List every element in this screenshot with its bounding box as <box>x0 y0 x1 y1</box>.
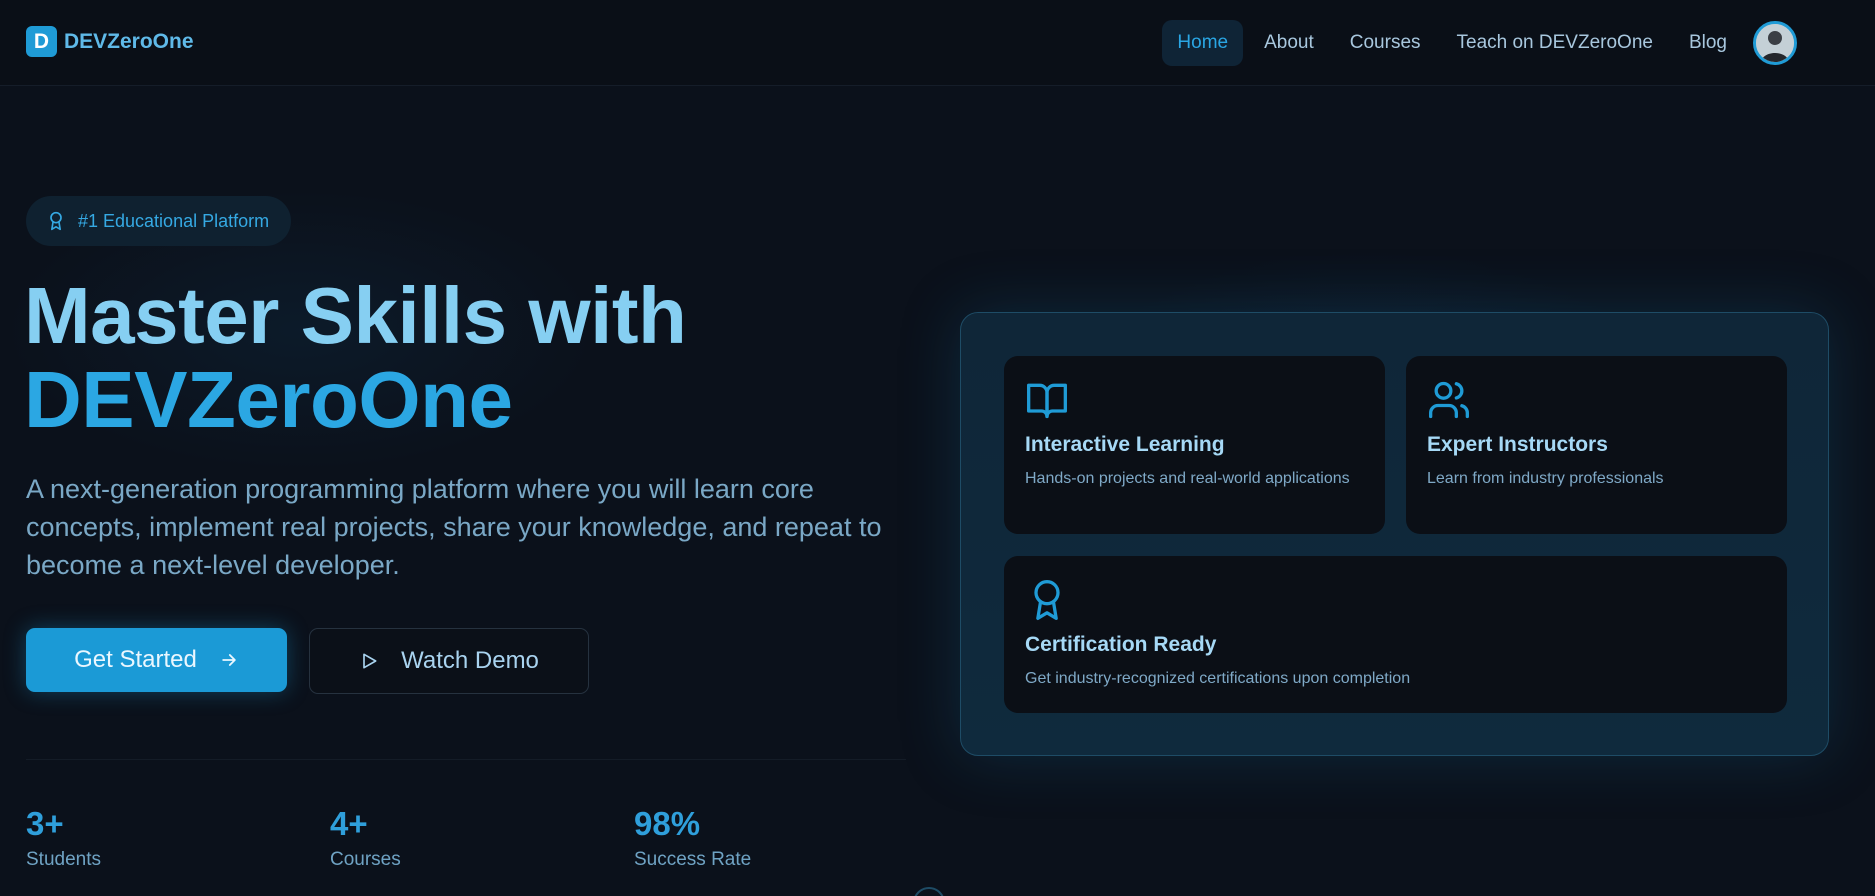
nav-courses[interactable]: Courses <box>1335 20 1436 66</box>
hero-description: A next-generation programming platform w… <box>26 474 882 580</box>
play-icon <box>363 653 377 669</box>
platform-badge: #1 Educational Platform <box>26 196 292 246</box>
stat-label: Courses <box>330 849 401 870</box>
features-panel: Interactive Learning Hands-on projects a… <box>960 312 1829 756</box>
stat-value: 4+ <box>330 805 368 842</box>
stat-students: 3+ Students <box>26 805 101 871</box>
nav-links: Home About Courses Teach on DEVZeroOne B… <box>1162 20 1742 66</box>
feature-title: Expert Instructors <box>1427 433 1608 456</box>
nav-blog[interactable]: Blog <box>1674 20 1742 66</box>
feature-title: Certification Ready <box>1025 633 1217 656</box>
get-started-label: Get Started <box>74 646 197 673</box>
scroll-indicator[interactable] <box>913 887 945 896</box>
stat-success-rate: 98% Success Rate <box>634 805 751 871</box>
avatar-image <box>1756 24 1794 62</box>
users-icon <box>1429 381 1469 419</box>
feature-card-expert-instructors: Expert Instructors Learn from industry p… <box>1406 356 1787 534</box>
feature-card-certification-ready: Certification Ready Get industry-recogni… <box>1004 556 1787 713</box>
feature-description: Learn from industry professionals <box>1427 470 1664 487</box>
arrow-right-icon <box>222 654 236 666</box>
stat-courses: 4+ Courses <box>330 805 401 871</box>
nav-home[interactable]: Home <box>1162 20 1244 66</box>
top-navbar: D DEVZeroOne Home About Courses Teach on… <box>0 0 1875 86</box>
stats-divider <box>26 759 906 760</box>
award-icon <box>1034 580 1060 620</box>
feature-title: Interactive Learning <box>1025 433 1225 456</box>
book-open-icon <box>1027 383 1067 419</box>
hero-title-line1: Master Skills with <box>24 271 687 360</box>
logo-mark: D <box>26 26 57 57</box>
badge-text: #1 Educational Platform <box>78 210 270 231</box>
brand-name: DEVZeroOne <box>64 29 194 53</box>
feature-description: Get industry-recognized certifications u… <box>1025 670 1411 687</box>
feature-description: Hands-on projects and real-world applica… <box>1025 470 1350 487</box>
nav-teach[interactable]: Teach on DEVZeroOne <box>1442 20 1668 66</box>
stat-label: Students <box>26 849 101 870</box>
stat-value: 3+ <box>26 805 64 842</box>
user-avatar[interactable] <box>1753 21 1797 65</box>
nav-about[interactable]: About <box>1249 20 1329 66</box>
hero-title-line2: DEVZeroOne <box>24 355 513 444</box>
feature-card-interactive-learning: Interactive Learning Hands-on projects a… <box>1004 356 1385 534</box>
watch-demo-label: Watch Demo <box>401 647 539 674</box>
award-icon <box>50 211 62 231</box>
stat-value: 98% <box>634 805 701 842</box>
hero-title: Master Skills with DEVZeroOne <box>24 271 687 444</box>
stat-label: Success Rate <box>634 849 752 870</box>
brand-logo[interactable]: D DEVZeroOne <box>26 26 194 57</box>
watch-demo-button[interactable]: Watch Demo <box>309 628 589 694</box>
get-started-button[interactable]: Get Started <box>26 628 287 692</box>
